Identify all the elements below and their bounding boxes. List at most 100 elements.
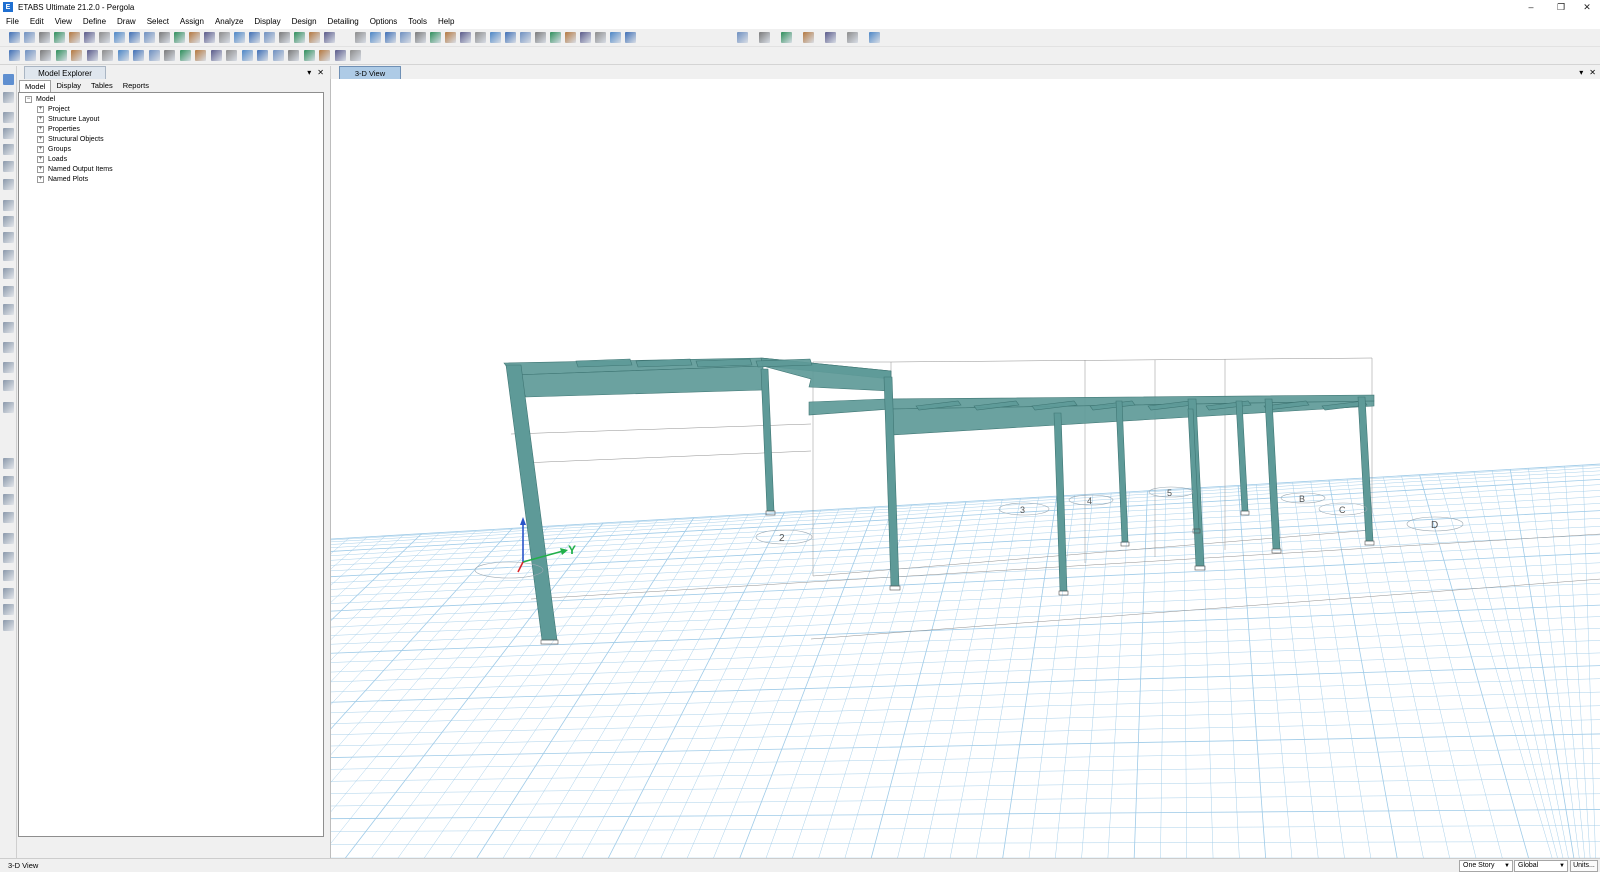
left-tool-icon[interactable] <box>3 161 14 172</box>
toolbar-tool-icon[interactable] <box>505 32 516 43</box>
toolbar-tool-icon[interactable] <box>625 32 636 43</box>
toolbar-tool-icon[interactable] <box>71 50 82 61</box>
left-tool-icon[interactable] <box>3 380 14 391</box>
expand-icon[interactable]: + <box>37 165 44 173</box>
toolbar-tool-icon[interactable] <box>825 32 836 43</box>
toolbar-tool-icon[interactable] <box>550 32 561 43</box>
menu-help[interactable]: Help <box>438 17 454 26</box>
expand-icon[interactable]: + <box>37 155 44 163</box>
toolbar-tool-icon[interactable] <box>610 32 621 43</box>
tab-display[interactable]: Display <box>51 80 86 92</box>
toolbar-tool-icon[interactable] <box>87 50 98 61</box>
left-tool-icon[interactable] <box>3 552 14 563</box>
toolbar-tool-icon[interactable] <box>195 50 206 61</box>
column[interactable] <box>1115 400 1129 543</box>
explorer-close-icon[interactable]: ✕ <box>317 68 324 77</box>
toolbar-tool-icon[interactable] <box>273 50 284 61</box>
left-tool-icon[interactable] <box>3 144 14 155</box>
toolbar-tool-icon[interactable] <box>803 32 814 43</box>
toolbar-tool-icon[interactable] <box>385 32 396 43</box>
toolbar-tool-icon[interactable] <box>264 32 275 43</box>
tab-reports[interactable]: Reports <box>118 80 154 92</box>
menu-view[interactable]: View <box>55 17 72 26</box>
toolbar-tool-icon[interactable] <box>781 32 792 43</box>
toolbar-tool-icon[interactable] <box>25 50 36 61</box>
expand-icon[interactable]: + <box>37 145 44 153</box>
left-tool-icon[interactable] <box>3 286 14 297</box>
left-tool-icon[interactable] <box>3 620 14 631</box>
expand-icon[interactable]: + <box>37 175 44 183</box>
left-tool-icon[interactable] <box>3 342 14 353</box>
menu-define[interactable]: Define <box>83 17 106 26</box>
left-tool-icon[interactable] <box>3 476 14 487</box>
expand-icon[interactable]: + <box>37 135 44 143</box>
toolbar-tool-icon[interactable] <box>204 32 215 43</box>
left-tool-icon[interactable] <box>3 512 14 523</box>
toolbar-tool-icon[interactable] <box>226 50 237 61</box>
tree-node-structure-layout[interactable]: + Structure Layout <box>37 114 99 124</box>
toolbar-tool-icon[interactable] <box>102 50 113 61</box>
left-tool-icon[interactable] <box>3 200 14 211</box>
left-tool-icon[interactable] <box>3 92 14 103</box>
story-select[interactable]: One Story ▼ <box>1459 860 1513 872</box>
close-button[interactable]: ✕ <box>1572 0 1600 14</box>
column[interactable] <box>1357 396 1374 542</box>
toolbar-tool-icon[interactable] <box>56 50 67 61</box>
toolbar-tool-icon[interactable] <box>211 50 222 61</box>
left-tool-icon[interactable] <box>3 533 14 544</box>
menu-options[interactable]: Options <box>370 17 398 26</box>
left-tool-icon[interactable] <box>3 304 14 315</box>
toolbar-tool-icon[interactable] <box>565 32 576 43</box>
tree-node-groups[interactable]: + Groups <box>37 144 71 154</box>
tree-node-model[interactable]: − Model <box>25 94 55 104</box>
toolbar-tool-icon[interactable] <box>129 32 140 43</box>
left-tool-icon[interactable] <box>3 322 14 333</box>
toolbar-tool-icon[interactable] <box>288 50 299 61</box>
toolbar-tool-icon[interactable] <box>580 32 591 43</box>
expand-icon[interactable]: + <box>37 115 44 123</box>
minimize-button[interactable]: – <box>1516 0 1546 14</box>
toolbar-tool-icon[interactable] <box>118 50 129 61</box>
expand-icon[interactable]: + <box>37 105 44 113</box>
column[interactable] <box>1264 398 1281 550</box>
toolbar-tool-icon[interactable] <box>99 32 110 43</box>
toolbar-tool-icon[interactable] <box>159 32 170 43</box>
viewport-close-icon[interactable]: ✕ <box>1589 68 1596 77</box>
toolbar-tool-icon[interactable] <box>430 32 441 43</box>
tree-node-named-output-items[interactable]: + Named Output Items <box>37 164 113 174</box>
toolbar-tool-icon[interactable] <box>54 32 65 43</box>
toolbar-tool-icon[interactable] <box>309 32 320 43</box>
toolbar-tool-icon[interactable] <box>174 32 185 43</box>
toolbar-tool-icon[interactable] <box>475 32 486 43</box>
toolbar-tool-icon[interactable] <box>415 32 426 43</box>
toolbar-tool-icon[interactable] <box>242 50 253 61</box>
toolbar-tool-icon[interactable] <box>114 32 125 43</box>
toolbar-tool-icon[interactable] <box>400 32 411 43</box>
toolbar-tool-icon[interactable] <box>257 50 268 61</box>
toolbar-tool-icon[interactable] <box>869 32 880 43</box>
menu-display[interactable]: Display <box>254 17 280 26</box>
toolbar-tool-icon[interactable] <box>847 32 858 43</box>
toolbar-tool-icon[interactable] <box>69 32 80 43</box>
left-tool-icon[interactable] <box>3 250 14 261</box>
toolbar-tool-icon[interactable] <box>595 32 606 43</box>
3d-view-canvas[interactable]: 2 3 4 5 B C D Y <box>330 79 1600 858</box>
toolbar-tool-icon[interactable] <box>39 32 50 43</box>
tree-node-structural-objects[interactable]: + Structural Objects <box>37 134 104 144</box>
left-tool-icon[interactable] <box>3 232 14 243</box>
left-tool-icon[interactable] <box>3 179 14 190</box>
tree-node-loads[interactable]: + Loads <box>37 154 67 164</box>
toolbar-tool-icon[interactable] <box>9 50 20 61</box>
menu-tools[interactable]: Tools <box>408 17 427 26</box>
left-tool-icon[interactable] <box>3 458 14 469</box>
toolbar-tool-icon[interactable] <box>355 32 366 43</box>
left-tool-icon[interactable] <box>3 268 14 279</box>
toolbar-tool-icon[interactable] <box>759 32 770 43</box>
toolbar-tool-icon[interactable] <box>234 32 245 43</box>
menu-edit[interactable]: Edit <box>30 17 44 26</box>
toolbar-tool-icon[interactable] <box>335 50 346 61</box>
toolbar-tool-icon[interactable] <box>304 50 315 61</box>
toolbar-tool-icon[interactable] <box>460 32 471 43</box>
tab-3d-view[interactable]: 3-D View <box>339 66 401 79</box>
toolbar-tool-icon[interactable] <box>535 32 546 43</box>
